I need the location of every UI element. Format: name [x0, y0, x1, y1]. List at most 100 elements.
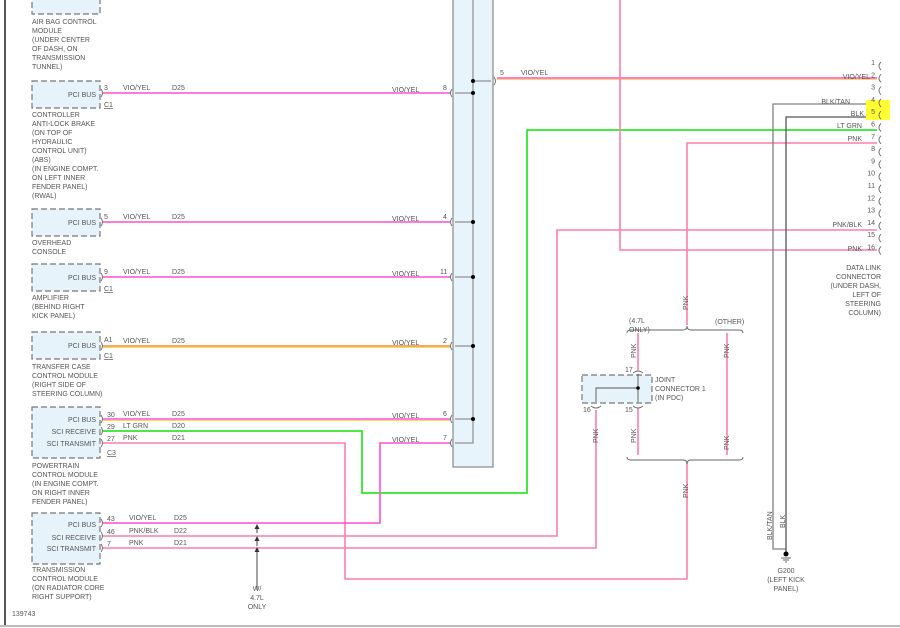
text-line: 4.7L	[250, 595, 264, 602]
text-line: OF DASH, ON	[32, 46, 78, 53]
pin-label: PCI BUS	[68, 275, 96, 282]
text-line: CONNECTOR 1	[655, 386, 706, 393]
joint-connector-label: JOINT CONNECTOR 1 (IN PDC)	[655, 377, 706, 402]
dlc-pin-connector	[878, 246, 882, 255]
wire-color-label: PNK	[123, 435, 138, 442]
wire-pcm-sci-transmit	[103, 442, 688, 580]
dlc-pin-number: 12	[867, 195, 875, 202]
text-line: ON LEFT INNER	[32, 175, 85, 182]
wire-color-label: PNK	[683, 483, 690, 498]
module-amplifier-label: AMPLIFIER (BEHIND RIGHT KICK PANEL)	[32, 295, 85, 320]
connector-id: C1	[104, 286, 113, 293]
wire-color-label: VIO/YEL	[123, 214, 150, 221]
text-line: FENDER PANEL)	[32, 184, 88, 191]
pin-number: 7	[107, 541, 111, 548]
wire-color-label: VIO/YEL	[392, 271, 419, 278]
wire-color-label: VIO/YEL	[129, 515, 156, 522]
pin-label: PCI BUS	[68, 220, 96, 227]
text-line: PANEL)	[774, 586, 799, 593]
text-line: (ON RADIATOR CORE	[32, 585, 105, 592]
text-line: W/	[253, 586, 262, 593]
circuit-label: D25	[172, 338, 185, 345]
wire-color-label: PNK	[848, 246, 863, 253]
dlc-pin-connector	[878, 196, 882, 206]
dlc-pin-connector	[878, 160, 882, 169]
text-line: AIR BAG CONTROL	[32, 19, 97, 26]
text-line: FENDER PANEL)	[32, 499, 88, 506]
text-line: CONTROL UNIT)	[32, 148, 87, 155]
circuit-label: D22	[174, 528, 187, 535]
wire-color-label: VIO/YEL	[392, 437, 419, 444]
splice-out-pin: 5	[500, 70, 504, 77]
wiring-diagram: 5 VIO/YEL AIR BAG CONTROL MODULE (UNDER CE…	[0, 0, 900, 627]
dlc-pin-number: 15	[867, 232, 875, 239]
text-line: HYDRAULIC	[32, 139, 72, 146]
option-brace-bottom	[626, 456, 744, 465]
pin-number: A1	[104, 337, 113, 344]
module-connector-arcs	[100, 88, 103, 553]
dlc-pin-number: 3	[871, 85, 875, 92]
wire-color-label: VIO/YEL	[843, 74, 870, 81]
text-line: MODULE	[32, 28, 62, 35]
circuit-label: D25	[172, 85, 185, 92]
wire-color-label: VIO/YEL	[123, 269, 150, 276]
dlc-pin-number: 14	[867, 220, 875, 227]
module-abs: PCI BUS 3 C1 CONTROLLER ANTI-LOCK BRAKE (O…	[31, 80, 450, 200]
pin-label: PCI BUS	[68, 92, 96, 99]
wire-dlc-pin7	[686, 142, 877, 325]
wire-dlc-pin4-blk-tan	[772, 103, 877, 550]
splice-block	[450, 0, 496, 468]
wire-color-label: PNK	[631, 428, 638, 443]
text-line: TRANSFER CASE	[32, 364, 91, 371]
pin-number: 29	[107, 424, 115, 431]
module-pcm-label: POWERTRAIN CONTROL MODULE (IN ENGINE COMPT…	[32, 463, 99, 506]
text-line: TRANSMISSION	[32, 567, 85, 574]
dlc-pin-number: 7	[871, 134, 875, 141]
dlc-pin-connector	[878, 147, 882, 157]
text-line: LEFT OF	[852, 292, 881, 299]
module-tcm-label: TRANSMISSION CONTROL MODULE (ON RADIATOR C…	[32, 567, 105, 601]
module-overhead-label: OVERHEAD CONSOLE	[32, 240, 71, 256]
wire-color-label: BLK/TAN	[767, 511, 774, 540]
wire-color-label: PNK/BLK	[832, 222, 862, 229]
text-line: (RWAL)	[32, 193, 57, 200]
text-line: ONLY)	[629, 327, 650, 334]
text-line: CONTROLLER	[32, 112, 80, 119]
text-line: (UNDER DASH,	[830, 283, 881, 290]
splice-pin: 11	[440, 269, 447, 276]
wire-color-label: VIO/YEL	[392, 216, 419, 223]
dlc-pin-number: 13	[867, 208, 875, 215]
wire-color-label: BLK/TAN	[821, 99, 850, 106]
module-transfer-case: PCI BUS A1 C1 TRANSFER CASE CONTROL MODUL…	[31, 331, 450, 398]
pin-number: 5	[104, 214, 108, 221]
pin-number: 43	[107, 516, 115, 523]
wire-tcm-pci	[103, 442, 450, 524]
text-line: STEERING COLUMN)	[32, 391, 102, 398]
dlc-pin-connector	[878, 172, 882, 182]
data-link-label: DATA LINK CONNECTOR (UNDER DASH, LEFT OF STE…	[830, 265, 881, 317]
wire-color-label: PNK	[724, 343, 731, 358]
wire-color-label: VIO/YEL	[392, 413, 419, 420]
joint-pin: 16	[583, 407, 591, 414]
text-line: ON RIGHT INNER	[32, 490, 90, 497]
text-line: TUNNEL)	[32, 64, 62, 71]
module-airbag-label: AIR BAG CONTROL MODULE (UNDER CENTER OF DAS…	[32, 19, 97, 71]
text-line: CONTROL MODULE	[32, 576, 98, 583]
pin-label: PCI BUS	[68, 343, 96, 350]
text-line: (4.7L	[629, 318, 645, 325]
module-transfer-label: TRANSFER CASE CONTROL MODULE (RIGHT SIDE O…	[32, 364, 102, 398]
joint-connector-1: (4.7L ONLY) (OTHER) PNK PNK PNK PNK PNK P…	[581, 318, 744, 498]
module-airbag: AIR BAG CONTROL MODULE (UNDER CENTER OF DAS…	[31, 0, 101, 71]
text-line: CONSOLE	[32, 249, 67, 256]
text-line: (ABS)	[32, 157, 51, 164]
pin-label: PCI BUS	[68, 522, 96, 529]
dlc-pin-number: 5	[871, 109, 875, 116]
pin-number: 30	[107, 412, 115, 419]
text-line: (IN PDC)	[655, 395, 683, 402]
ground-g200: BLK/TAN BLK G200 (LEFT KICK PANEL)	[767, 511, 805, 593]
wire-color-label: PNK	[593, 428, 600, 443]
wire-color-label: PNK	[683, 295, 690, 310]
wire-color-label: VIO/YEL	[392, 340, 419, 347]
wire-color-label: LT GRN	[837, 123, 862, 130]
circuit-label: D21	[172, 435, 185, 442]
